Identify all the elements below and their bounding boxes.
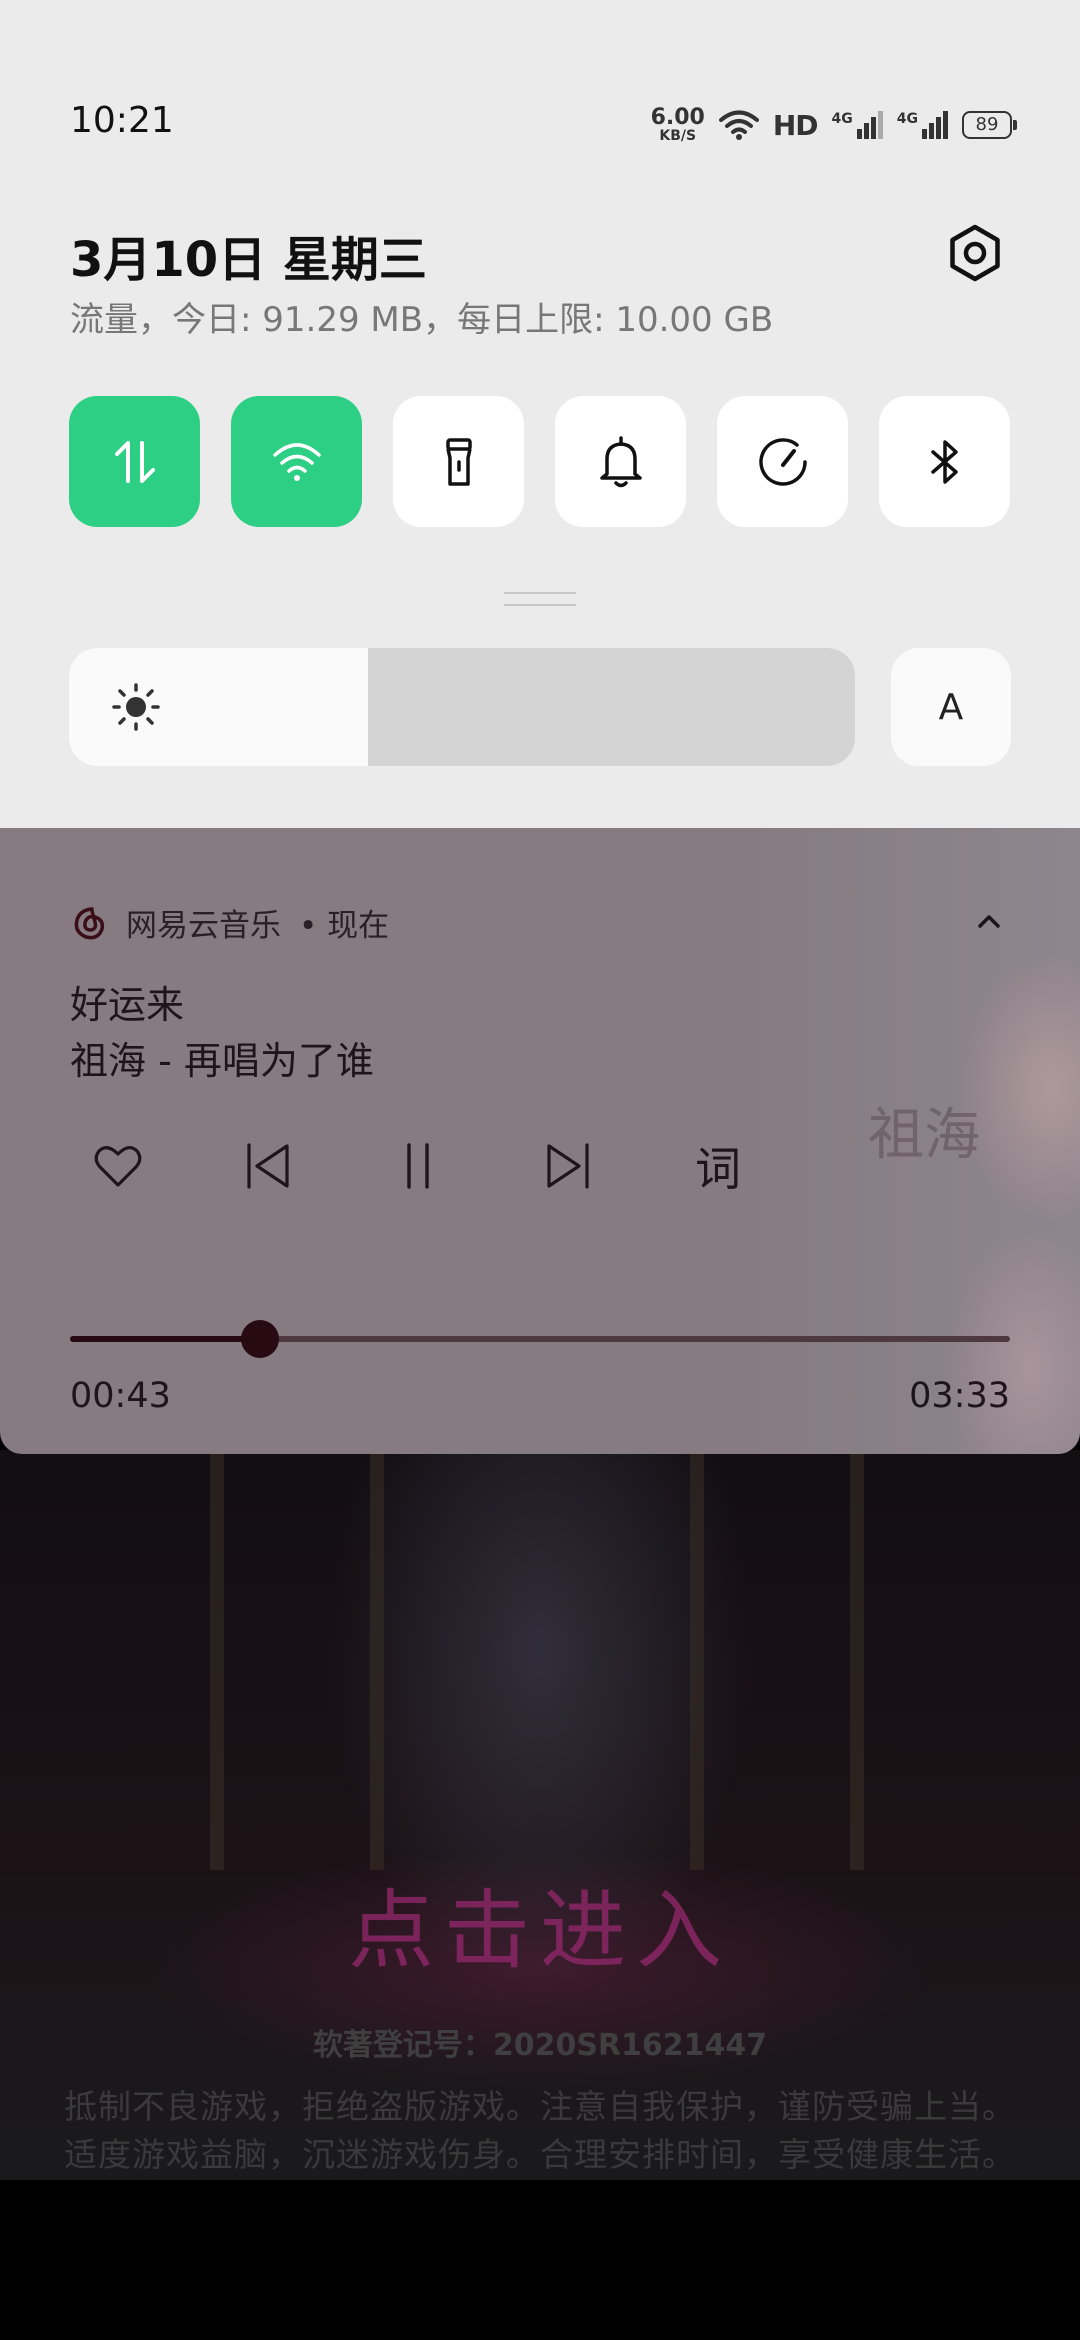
gauge-icon: [758, 437, 807, 486]
battery-icon: 89: [962, 111, 1017, 139]
enter-game-text[interactable]: 点击进入: [0, 1860, 1080, 1985]
previous-button[interactable]: [238, 1136, 298, 1196]
artist-album: 祖海 - 再唱为了谁: [70, 1039, 374, 1083]
status-icons: 6.00 KB/S HD 4G 4G 89: [650, 100, 1017, 150]
signal-icon: 4G: [897, 111, 948, 139]
progress-thumb[interactable]: [240, 1320, 279, 1358]
netease-music-icon: [74, 906, 105, 939]
bell-icon: [599, 435, 642, 487]
tile-mobile-data[interactable]: [69, 396, 200, 527]
pause-icon: [407, 1143, 429, 1189]
panel-drag-handle[interactable]: [504, 592, 576, 606]
like-button[interactable]: [88, 1136, 148, 1196]
network-speed-value: 6.00: [650, 105, 705, 130]
quick-tiles: [69, 396, 1010, 527]
lyrics-button[interactable]: 词: [688, 1136, 748, 1196]
background-game-screen: [0, 1450, 1080, 2180]
media-controls: 词: [88, 1136, 748, 1206]
total-time: 03:33: [909, 1376, 1010, 1416]
notification-time: • 现在: [299, 908, 390, 944]
progress-played: [70, 1336, 260, 1342]
background-decoration: [210, 1450, 224, 1870]
sun-icon: [112, 683, 160, 731]
previous-icon: [247, 1143, 289, 1189]
health-warning-line-1: 抵制不良游戏，拒绝盗版游戏。注意自我保护，谨防受骗上当。: [64, 2087, 1016, 2126]
health-warning-line-2: 适度游戏益脑，沉迷游戏伤身。合理安排时间，享受健康生活。: [64, 2135, 1016, 2174]
music-notification[interactable]: 祖海 网易云音乐 • 现在 好运来 祖海 - 再唱为了谁 词 00:43 03:…: [0, 828, 1080, 1454]
brightness-slider[interactable]: [69, 648, 855, 766]
chevron-up-icon[interactable]: [974, 910, 1004, 932]
gear-icon[interactable]: [946, 224, 1004, 282]
notification-header: 网易云音乐 • 现在: [70, 900, 389, 945]
elapsed-time: 00:43: [70, 1376, 171, 1416]
signal-label: 4G: [896, 111, 918, 127]
heart-icon: [94, 1146, 142, 1187]
song-title: 好运来: [70, 983, 185, 1027]
software-registration-text: 软著登记号：2020SR1621447: [312, 2028, 768, 2063]
playback-progress-bar[interactable]: [70, 1320, 1010, 1358]
tile-flashlight[interactable]: [393, 396, 524, 527]
background-decoration: [370, 1450, 384, 1870]
signal-icon: 4G: [832, 111, 883, 139]
network-speed-unit: KB/S: [659, 128, 697, 144]
tile-wifi[interactable]: [231, 396, 362, 527]
hd-icon: HD: [772, 108, 819, 142]
bluetooth-icon: [930, 439, 958, 484]
app-name: 网易云音乐: [126, 908, 281, 944]
tile-bluetooth[interactable]: [879, 396, 1010, 527]
status-time: 10:21: [70, 100, 174, 141]
network-speed: 6.00 KB/S: [650, 105, 705, 144]
album-art-text: 祖海: [868, 1103, 980, 1168]
signal-label: 4G: [831, 111, 853, 127]
background-decoration: [690, 1450, 704, 1870]
data-arrows-icon: [114, 440, 155, 483]
pause-button[interactable]: [388, 1136, 448, 1196]
flashlight-icon: [445, 437, 472, 486]
auto-brightness-button[interactable]: A: [891, 648, 1011, 766]
next-icon: [547, 1143, 589, 1189]
data-usage-label[interactable]: 流量，今日: 91.29 MB，每日上限: 10.00 GB: [70, 292, 773, 341]
background-decoration: [850, 1450, 864, 1870]
next-button[interactable]: [538, 1136, 598, 1196]
wifi-icon: [272, 442, 321, 481]
date-label: 3月10日 星期三: [70, 232, 427, 288]
tile-sound[interactable]: [555, 396, 686, 527]
tile-performance[interactable]: [717, 396, 848, 527]
wifi-icon: [718, 110, 759, 140]
quick-settings-panel: 10:21 6.00 KB/S HD 4G 4G 89 3月10日 星期三 流量…: [0, 0, 1080, 828]
